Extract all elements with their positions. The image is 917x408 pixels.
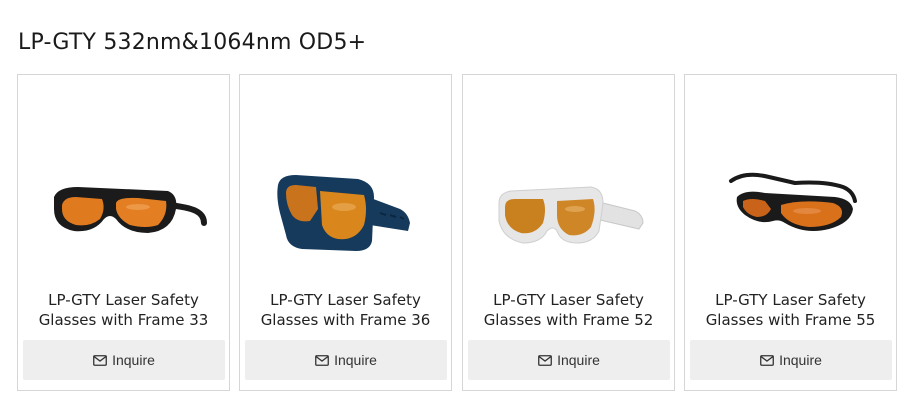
inquire-label: Inquire (112, 352, 155, 368)
inquire-button[interactable]: Inquire (690, 340, 892, 380)
product-card[interactable]: LP-GTY Laser Safety Glasses with Frame 5… (684, 74, 897, 391)
product-title[interactable]: LP-GTY Laser Safety Glasses with Frame 5… (691, 290, 890, 330)
mail-icon (315, 354, 329, 366)
product-card[interactable]: LP-GTY Laser Safety Glasses with Frame 5… (462, 74, 675, 391)
product-title[interactable]: LP-GTY Laser Safety Glasses with Frame 3… (246, 290, 445, 330)
inquire-label: Inquire (779, 352, 822, 368)
inquire-button[interactable]: Inquire (245, 340, 447, 380)
product-image[interactable] (685, 105, 896, 275)
product-image[interactable] (18, 105, 229, 275)
mail-icon (538, 354, 552, 366)
inquire-label: Inquire (334, 352, 377, 368)
section-title: LP-GTY 532nm&1064nm OD5+ (18, 30, 367, 55)
inquire-label: Inquire (557, 352, 600, 368)
product-title[interactable]: LP-GTY Laser Safety Glasses with Frame 3… (24, 290, 223, 330)
mail-icon (93, 354, 107, 366)
product-card[interactable]: LP-GTY Laser Safety Glasses with Frame 3… (239, 74, 452, 391)
mail-icon (760, 354, 774, 366)
product-card[interactable]: LP-GTY Laser Safety Glasses with Frame 3… (17, 74, 230, 391)
inquire-button[interactable]: Inquire (468, 340, 670, 380)
product-title[interactable]: LP-GTY Laser Safety Glasses with Frame 5… (469, 290, 668, 330)
product-image[interactable] (463, 105, 674, 275)
inquire-button[interactable]: Inquire (23, 340, 225, 380)
product-grid: LP-GTY Laser Safety Glasses with Frame 3… (17, 74, 898, 391)
product-image[interactable] (240, 105, 451, 275)
